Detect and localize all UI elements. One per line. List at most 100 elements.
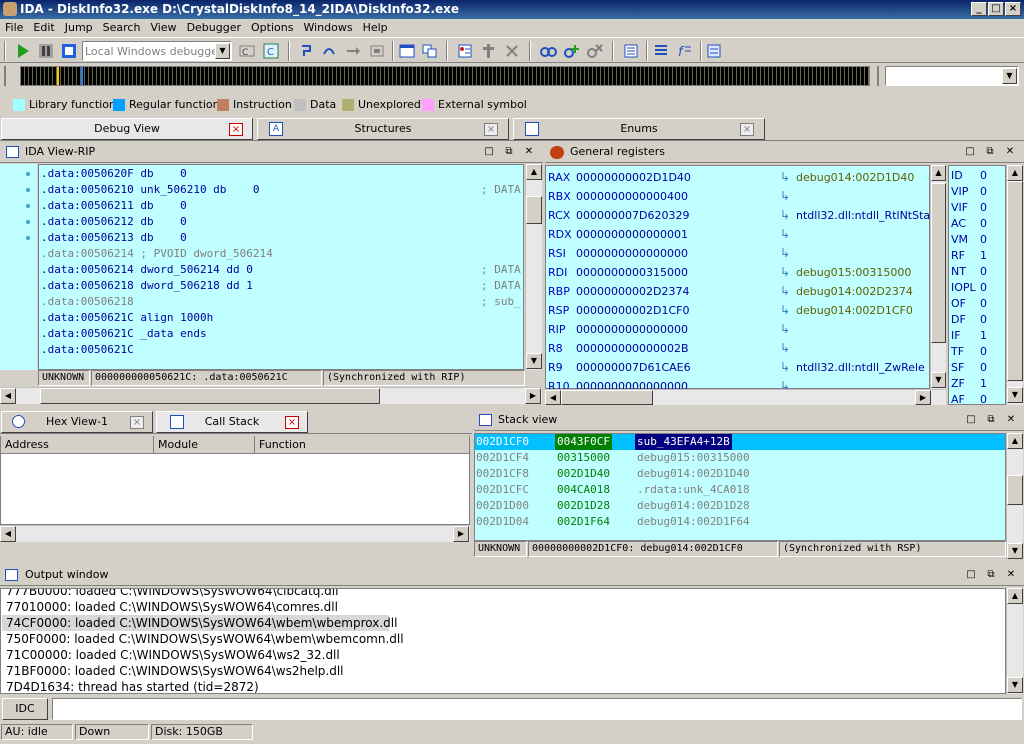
register-value[interactable]: 0000000000000001	[576, 225, 688, 244]
flag-row[interactable]: AF 0	[951, 392, 987, 408]
menu-file[interactable]: File	[0, 20, 28, 35]
flag-value[interactable]: 0	[980, 280, 987, 296]
register-value[interactable]: 0000000000000400	[576, 187, 688, 206]
close-icon[interactable]: ×	[130, 416, 144, 429]
flag-row[interactable]: SF 0	[951, 360, 987, 376]
run-until-return-icon[interactable]	[368, 42, 386, 60]
menu-debugger[interactable]: Debugger	[182, 20, 246, 35]
jump-arrow-icon[interactable]: ↳	[780, 322, 790, 336]
scroll-thumb[interactable]	[1007, 475, 1023, 505]
listing-line[interactable]: .data:0050621C align 1000h	[41, 310, 213, 326]
close-icon[interactable]: ✕	[522, 146, 536, 159]
register-reference[interactable]: debug014:002D2374	[796, 282, 930, 301]
add-breakpoint-icon[interactable]	[480, 42, 498, 60]
disassembly-listing[interactable]: .data:0050620F db 0 .data:00506210 unk_5…	[38, 164, 524, 370]
scroll-up-icon[interactable]: ▲	[1007, 433, 1023, 449]
column-header-module[interactable]: Module	[154, 436, 255, 454]
jump-arrow-icon[interactable]: ↳	[780, 284, 790, 298]
flag-row[interactable]: IOPL 0	[951, 280, 987, 296]
listing-line[interactable]: .data:0050620F db 0	[41, 166, 187, 182]
detach-process-icon[interactable]: C	[262, 42, 280, 60]
flag-value[interactable]: 0	[980, 232, 987, 248]
pause-process-icon[interactable]	[37, 42, 55, 60]
scroll-down-icon[interactable]: ▼	[1007, 677, 1023, 693]
stack-row[interactable]: 002D1CFC 004CA018 .rdata:unk_4CA018	[476, 482, 1006, 498]
jump-arrow-icon[interactable]: ↳	[780, 360, 790, 374]
listing-line[interactable]: .data:00506211 db 0	[41, 198, 187, 214]
add-watch-icon[interactable]	[563, 42, 581, 60]
flag-value[interactable]: 1	[980, 248, 987, 264]
flag-value[interactable]: 0	[980, 264, 987, 280]
register-reference[interactable]: debug015:00315000	[796, 263, 930, 282]
scroll-right-icon[interactable]: ▶	[453, 526, 469, 542]
maximize-button[interactable]: □	[988, 2, 1004, 16]
step-over-icon[interactable]	[320, 42, 338, 60]
chevron-down-icon[interactable]: ▼	[215, 43, 230, 59]
register-row[interactable]: RBP 00000000002D2374	[548, 282, 689, 301]
register-value[interactable]: 000000000000002B	[576, 339, 689, 358]
stack-reference[interactable]: .rdata:unk_4CA018	[635, 482, 752, 498]
listing-line[interactable]: .data:00506214 dword_506214 dd 0	[41, 262, 253, 278]
stack-reference[interactable]: sub_43EFA4+12B	[635, 434, 732, 450]
flag-value[interactable]: 0	[980, 168, 987, 184]
stack-row[interactable]: 002D1D04 002D1F64 debug014:002D1F64	[476, 514, 1006, 530]
step-into-icon[interactable]	[298, 42, 316, 60]
flag-row[interactable]: AC 0	[951, 216, 987, 232]
listing-line[interactable]: .data:00506210 unk_506210 db 0	[41, 182, 260, 198]
register-row[interactable]: RBX 0000000000000400	[548, 187, 688, 206]
flag-row[interactable]: NT 0	[951, 264, 987, 280]
stack-reference[interactable]: debug014:002D1F64	[635, 514, 752, 530]
register-value[interactable]: 0000000000315000	[576, 263, 688, 282]
stack-row[interactable]: 002D1CF8 002D1D40 debug014:002D1D40	[476, 466, 1006, 482]
flag-row[interactable]: DF 0	[951, 312, 987, 328]
flag-row[interactable]: ID 0	[951, 168, 987, 184]
ida-view-hscroll[interactable]: ◀ ▶	[0, 387, 542, 404]
register-reference[interactable]: debug014:002D1CF0	[796, 301, 930, 320]
register-value[interactable]: 000000007D620329	[576, 206, 689, 225]
panel-restore-icon[interactable]: ⧉	[983, 146, 997, 159]
listing-line[interactable]: .data:00506214 ; PVOID dword_506214	[41, 246, 273, 262]
flag-value[interactable]: 0	[980, 312, 987, 328]
attach-process-icon[interactable]: C	[238, 42, 256, 60]
scroll-thumb[interactable]	[561, 390, 653, 405]
jump-arrow-icon[interactable]: ↳	[780, 208, 790, 222]
scroll-left-icon[interactable]: ◀	[0, 526, 16, 542]
delete-breakpoint-icon[interactable]	[503, 42, 521, 60]
register-row[interactable]: RDI 0000000000315000	[548, 263, 688, 282]
stack-row[interactable]: 002D1CF4 00315000 debug015:00315000	[476, 450, 1006, 466]
scroll-thumb[interactable]	[40, 388, 380, 404]
listing-line[interactable]: .data:0050621C _data ends	[41, 326, 207, 342]
flag-row[interactable]: VIP 0	[951, 184, 987, 200]
tab-call-stack[interactable]: Call Stack ×	[156, 411, 308, 433]
panel-minimize-icon[interactable]: □	[964, 569, 978, 582]
menu-view[interactable]: View	[145, 20, 181, 35]
close-icon[interactable]: ×	[229, 123, 243, 136]
flags-vscroll[interactable]: ▲ ▼	[1006, 165, 1023, 405]
tab-enums[interactable]: Enums ×	[513, 118, 765, 140]
jump-arrow-icon[interactable]: ↳	[780, 227, 790, 241]
jump-arrow-icon[interactable]: ↳	[780, 341, 790, 355]
stack-reference[interactable]: debug014:002D1D40	[635, 466, 752, 482]
register-value[interactable]: 00000000002D2374	[576, 282, 689, 301]
output-vscroll[interactable]: ▲ ▼	[1006, 588, 1023, 694]
register-row[interactable]: RDX 0000000000000001	[548, 225, 688, 244]
register-row[interactable]: R8 000000000000002B	[548, 339, 689, 358]
stack-value[interactable]: 002D1F64	[555, 514, 612, 530]
register-row[interactable]: RCX 000000007D620329	[548, 206, 689, 225]
scroll-down-icon[interactable]: ▼	[1007, 543, 1023, 559]
listing-line[interactable]: .data:00506213 db 0	[41, 230, 187, 246]
flag-value[interactable]: 1	[980, 376, 987, 392]
scroll-left-icon[interactable]: ◀	[545, 390, 561, 405]
chevron-down-icon[interactable]: ▼	[1002, 68, 1017, 84]
register-value[interactable]: 0000000000000000	[576, 244, 688, 263]
register-reference[interactable]: ntdll32.dll:ntdll_RtlNtSta	[796, 206, 930, 225]
jump-arrow-icon[interactable]: ↳	[780, 189, 790, 203]
register-value[interactable]: 00000000002D1D40	[576, 168, 691, 187]
ida-view-vscroll[interactable]: ▲ ▼	[525, 164, 542, 370]
flag-row[interactable]: TF 0	[951, 344, 987, 360]
scroll-right-icon[interactable]: ▶	[915, 390, 931, 405]
listing-line[interactable]: .data:00506212 db 0	[41, 214, 187, 230]
trace-window-icon[interactable]	[622, 42, 640, 60]
tab-structures[interactable]: A Structures ×	[257, 118, 509, 140]
register-value[interactable]: 000000007D61CAE6	[576, 358, 691, 377]
